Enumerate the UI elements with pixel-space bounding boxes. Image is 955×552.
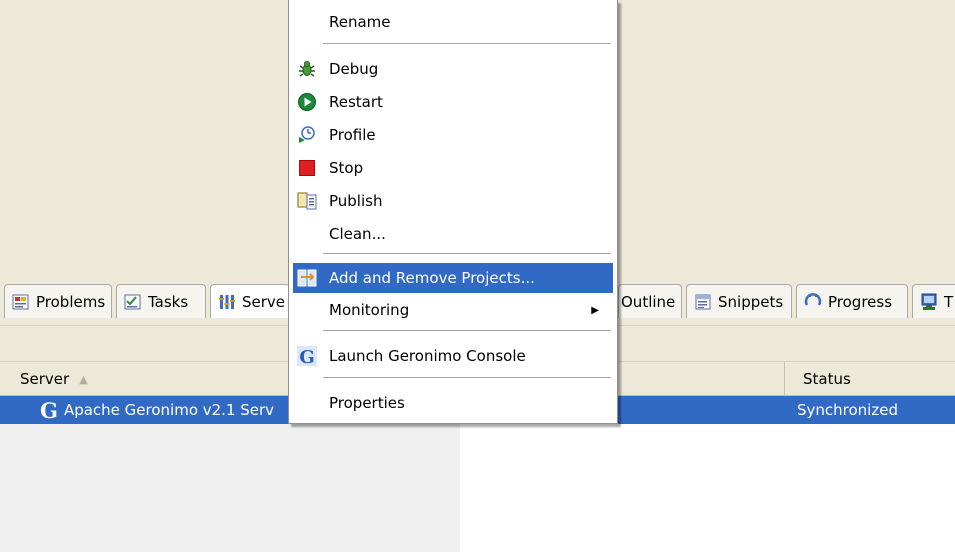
column-header-label: Server [20, 370, 70, 388]
menu-separator [323, 253, 611, 255]
menu-item-label: Clean... [329, 225, 386, 243]
context-menu: Rename Debug Restart Profile Stop Publis… [288, 0, 618, 424]
menu-item-label: Stop [329, 159, 364, 177]
add-remove-projects-icon [297, 268, 317, 288]
menu-separator [323, 43, 611, 45]
tasks-icon [123, 292, 143, 312]
menu-item-properties[interactable]: Properties [293, 388, 613, 418]
svg-text:G: G [299, 347, 314, 366]
submenu-arrow-icon: ▶ [591, 304, 599, 316]
snippets-icon [693, 292, 713, 312]
menu-item-label: Rename [329, 13, 391, 31]
terminal-icon [919, 292, 939, 312]
menu-item-clean[interactable]: Clean... [293, 219, 613, 249]
menu-item-label: Debug [329, 60, 379, 78]
tab-outline[interactable]: Outline [618, 284, 682, 318]
menu-item-label: Properties [329, 394, 405, 412]
geronimo-icon: G [297, 346, 317, 366]
tab-label: Problems [36, 292, 106, 311]
menu-item-restart[interactable]: Restart [293, 87, 613, 117]
menu-item-stop[interactable]: Stop [293, 153, 613, 183]
tab-label: Serve [242, 292, 286, 311]
menu-separator [323, 330, 611, 332]
tab-tasks[interactable]: Tasks [116, 284, 206, 318]
menu-item-label: Restart [329, 93, 383, 111]
restart-icon [297, 92, 317, 112]
menu-item-launch-geronimo-console[interactable]: G Launch Geronimo Console [293, 341, 613, 371]
menu-item-rename[interactable]: Rename [293, 7, 613, 37]
server-name: Apache Geronimo v2.1 Serv [63, 401, 275, 419]
menu-separator [323, 377, 611, 379]
column-header-status[interactable]: Status [785, 362, 955, 396]
problems-icon [11, 292, 31, 312]
tab-snippets[interactable]: Snippets [686, 284, 792, 318]
tab-terminal[interactable]: T [912, 284, 955, 318]
stop-icon [297, 158, 317, 178]
geronimo-server-icon: G [40, 397, 58, 423]
servers-icon [217, 292, 237, 312]
column-header-label: Status [803, 370, 851, 388]
menu-item-monitoring[interactable]: Monitoring ▶ [293, 295, 613, 325]
menu-item-profile[interactable]: Profile [293, 120, 613, 150]
tab-label: Outline [621, 292, 676, 311]
debug-icon [297, 59, 317, 79]
tab-servers[interactable]: Serve [210, 284, 290, 318]
tab-progress[interactable]: Progress [796, 284, 908, 318]
sort-ascending-icon: ▲ [79, 372, 88, 386]
menu-item-publish[interactable]: Publish [293, 186, 613, 216]
menu-item-debug[interactable]: Debug [293, 54, 613, 84]
tab-label: Progress [828, 292, 893, 311]
tab-problems[interactable]: Problems [4, 284, 112, 318]
menu-item-label: Publish [329, 192, 383, 210]
menu-item-label: Launch Geronimo Console [329, 347, 526, 365]
menu-item-add-remove-projects[interactable]: Add and Remove Projects... [293, 263, 613, 293]
tab-label: Snippets [718, 292, 784, 311]
tab-label: T [944, 292, 954, 311]
menu-item-label: Profile [329, 126, 376, 144]
profile-icon [297, 125, 317, 145]
tab-label: Tasks [148, 292, 189, 311]
menu-item-label: Monitoring [329, 301, 410, 319]
publish-icon [297, 191, 317, 211]
progress-icon [803, 292, 823, 312]
server-status: Synchronized [797, 401, 898, 419]
servers-table-body [0, 424, 955, 552]
menu-item-label: Add and Remove Projects... [329, 269, 535, 287]
